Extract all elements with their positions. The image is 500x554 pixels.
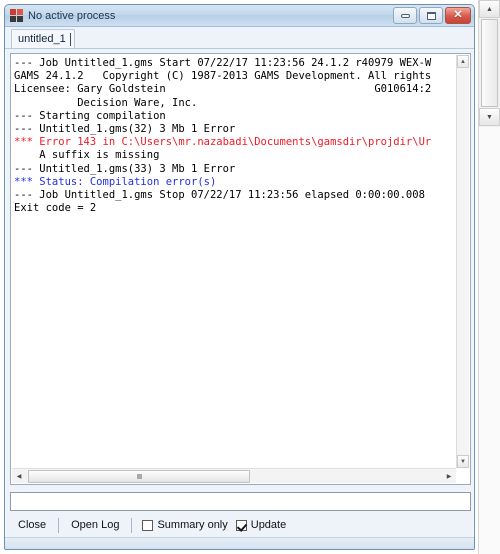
tab-label: untitled_1 — [18, 33, 66, 45]
toolbar-divider — [58, 517, 60, 533]
log-line: *** Status: Compilation error(s) — [14, 175, 217, 188]
log-horizontal-scrollbar[interactable]: ◀ ▶ — [12, 468, 456, 483]
log-scroll-left-arrow-icon[interactable]: ◀ — [12, 470, 26, 483]
outer-scroll-up-glyph: ▲ — [486, 5, 493, 13]
log-line: Licensee: Gary Goldstein G010614:2 — [14, 83, 432, 96]
command-input[interactable] — [10, 492, 471, 511]
log-horizontal-scroll-thumb[interactable] — [28, 469, 250, 483]
log-horizontal-scroll-track[interactable] — [26, 469, 442, 483]
outer-scroll-down-glyph: ▼ — [486, 113, 493, 121]
update-checkbox[interactable]: Update — [235, 519, 287, 531]
maximize-button[interactable] — [419, 7, 443, 24]
log-line: --- Starting compilation — [14, 109, 166, 122]
window-controls: ✕ — [393, 7, 471, 24]
log-line: *** Error 143 in C:\Users\mr.nazabadi\Do… — [14, 136, 432, 149]
log-line: Decision Ware, Inc. — [14, 96, 198, 109]
log-line: --- Untitled_1.gms(32) 3 Mb 1 Error — [14, 123, 236, 136]
scroll-thumb-grip-icon — [136, 473, 142, 479]
close-icon: ✕ — [453, 9, 463, 21]
log-scroll-up-glyph: ▲ — [460, 58, 466, 65]
update-label: Update — [250, 519, 287, 531]
log-scroll-up-arrow-icon[interactable]: ▲ — [457, 55, 469, 68]
window-title: No active process — [28, 9, 116, 22]
page-root: ▲ ▼ No active process ✕ untitled_1 --- J… — [0, 0, 500, 554]
process-window: No active process ✕ untitled_1 --- Job U… — [4, 4, 475, 550]
outer-vertical-scrollbar[interactable]: ▲ ▼ — [478, 0, 500, 554]
window-titlebar[interactable]: No active process ✕ — [5, 5, 474, 27]
tab-caret-icon — [69, 33, 71, 46]
outer-scroll-up-arrow-icon[interactable]: ▲ — [479, 0, 500, 18]
log-scroll-down-arrow-icon[interactable]: ▼ — [457, 455, 469, 468]
tab-strip: untitled_1 — [5, 27, 474, 49]
log-line: --- Job Untitled_1.gms Start 07/22/17 11… — [14, 57, 432, 69]
log-line: GAMS 24.1.2 Copyright (C) 1987-2013 GAMS… — [14, 70, 432, 83]
summary-only-label: Summary only — [157, 519, 228, 531]
log-line: A suffix is missing — [14, 149, 160, 162]
outer-scrollbar-track[interactable] — [479, 127, 500, 554]
outer-scroll-down-arrow-icon[interactable]: ▼ — [479, 108, 500, 126]
close-button[interactable]: Close — [8, 517, 56, 533]
summary-only-checkbox-box[interactable] — [142, 519, 154, 531]
log-output-area[interactable]: --- Job Untitled_1.gms Start 07/22/17 11… — [12, 55, 456, 468]
log-scroll-right-arrow-icon[interactable]: ▶ — [442, 470, 456, 483]
summary-only-checkbox[interactable]: Summary only — [142, 519, 228, 531]
tab-untitled-1[interactable]: untitled_1 — [11, 29, 75, 48]
minimize-icon — [400, 13, 410, 18]
log-line: Exit code = 2 — [14, 202, 97, 215]
close-window-button[interactable]: ✕ — [445, 7, 471, 24]
log-scroll-right-glyph: ▶ — [446, 473, 452, 480]
log-scroll-left-glyph: ◀ — [16, 473, 22, 480]
open-log-button[interactable]: Open Log — [61, 517, 129, 533]
log-scroll-down-glyph: ▼ — [460, 458, 466, 465]
minimize-button[interactable] — [393, 7, 417, 24]
window-bottom-edge — [5, 537, 474, 549]
log-vertical-scrollbar[interactable]: ▲ ▼ — [456, 55, 469, 468]
update-checkbox-box[interactable] — [235, 519, 247, 531]
outer-scrollbar-thumb[interactable] — [481, 19, 498, 107]
toolbar-divider-2 — [131, 517, 133, 533]
gams-app-icon — [10, 9, 23, 22]
log-line: --- Job Untitled_1.gms Stop 07/22/17 11:… — [14, 189, 425, 202]
log-line: --- Untitled_1.gms(33) 3 Mb 1 Error — [14, 162, 236, 175]
log-content-pane: --- Job Untitled_1.gms Start 07/22/17 11… — [10, 53, 471, 485]
bottom-toolbar: Close Open Log Summary only Update — [8, 514, 471, 536]
maximize-icon — [426, 11, 436, 20]
